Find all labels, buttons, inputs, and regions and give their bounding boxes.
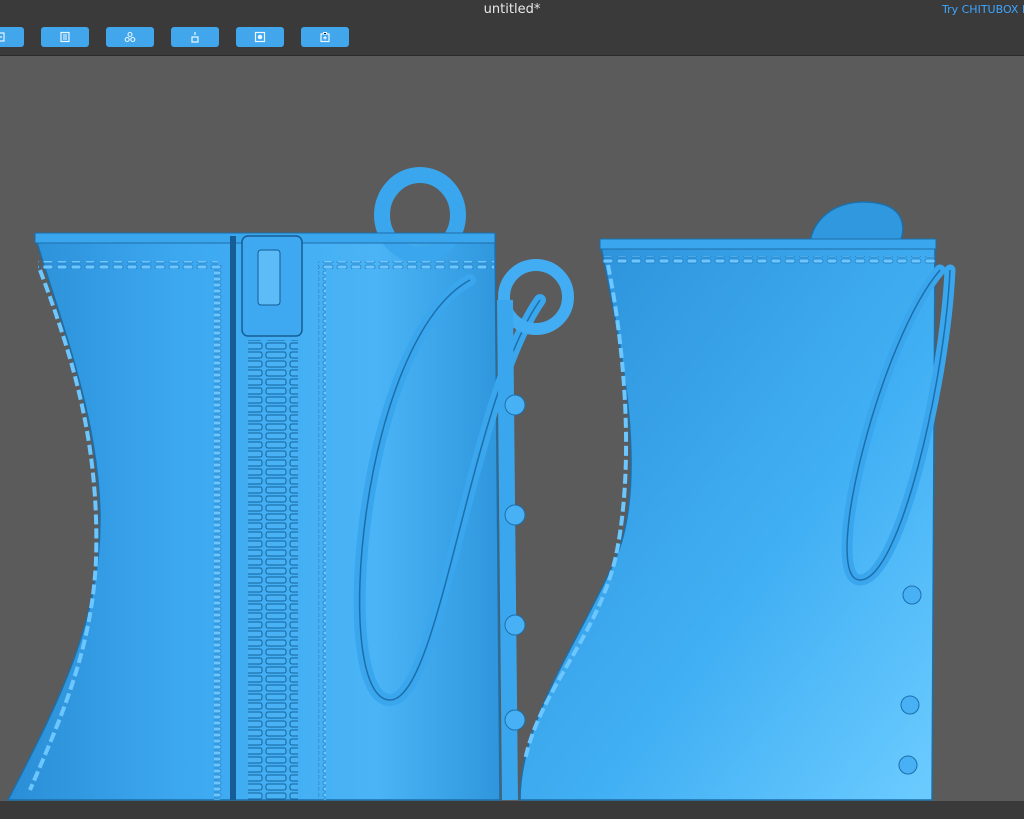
import-button[interactable] — [0, 27, 24, 47]
slice-icon — [320, 31, 330, 43]
window-title: untitled* — [483, 2, 541, 17]
arrange-button[interactable] — [106, 27, 154, 47]
hollow-icon — [254, 31, 266, 43]
support-button[interactable] — [171, 27, 219, 47]
boot-right — [519, 201, 956, 801]
status-bar — [0, 801, 1024, 819]
toolbar — [0, 20, 1024, 56]
3d-viewport[interactable] — [0, 56, 1024, 801]
model-render — [6, 167, 956, 801]
arrange-icon — [124, 31, 136, 43]
try-pro-link[interactable]: Try CHITUBOX Pro — [942, 3, 1024, 16]
title-bar: untitled* Try CHITUBOX Pro — [0, 0, 1024, 20]
layers-button[interactable] — [41, 27, 89, 47]
hollow-button[interactable] — [236, 27, 284, 47]
support-icon — [191, 32, 199, 43]
layers-icon — [60, 31, 70, 43]
slice-button[interactable] — [301, 27, 349, 47]
import-icon — [0, 32, 5, 42]
boot-left — [6, 167, 574, 801]
